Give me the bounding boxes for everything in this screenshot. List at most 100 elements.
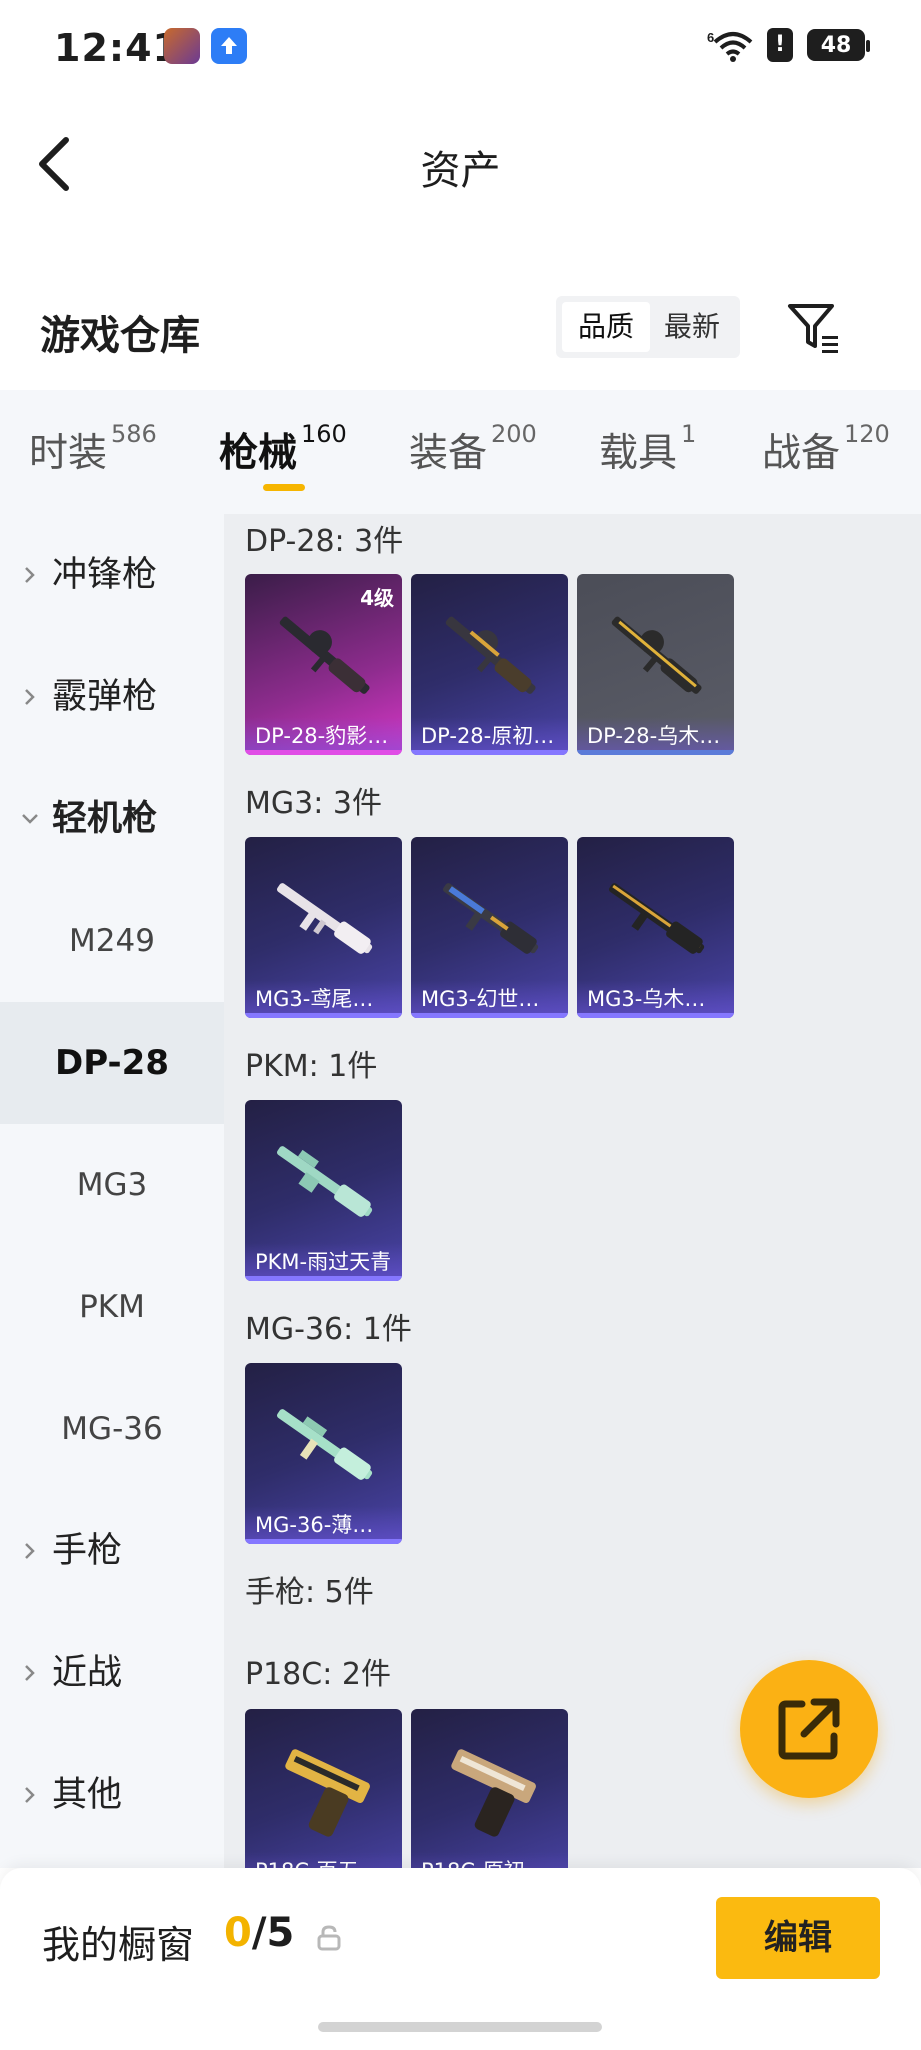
weapon-type-sidebar: 冲锋枪 霰弹枪 轻机枪 M249 DP-28 MG3 PKM MG-36 手枪 … bbox=[0, 514, 224, 1868]
tab-count: 586 bbox=[111, 420, 157, 448]
status-icons: 6 ! 48 bbox=[707, 28, 870, 62]
showcase-count-current: 0 bbox=[224, 1910, 252, 1956]
tab-count: 120 bbox=[844, 420, 890, 448]
weapon-card[interactable]: DP-28-原初… bbox=[411, 574, 568, 755]
lmg-skin-image bbox=[279, 616, 370, 694]
lock-icon bbox=[317, 1925, 341, 1951]
quality-strip bbox=[245, 1276, 402, 1281]
sidebar-item-pistol[interactable]: 手枪 bbox=[0, 1490, 224, 1612]
group-title: MG3: 3件 bbox=[245, 786, 382, 821]
sidebar-item-shotgun[interactable]: 霰弹枪 bbox=[0, 636, 224, 758]
tab-count: 1 bbox=[681, 420, 697, 448]
sidebar-item-label: 冲锋枪 bbox=[52, 555, 158, 595]
lmg-skin-image bbox=[277, 1409, 373, 1480]
sidebar-subitem-pkm[interactable]: PKM bbox=[0, 1246, 224, 1368]
showcase-count: 0/5 bbox=[224, 1910, 294, 1956]
weapon-card[interactable]: 4级 DP-28-豹影… bbox=[245, 574, 402, 755]
tab-label: 枪械 bbox=[219, 431, 298, 476]
upload-app-icon bbox=[211, 28, 247, 64]
tab-label: 装备 bbox=[409, 431, 488, 476]
tab-fashion[interactable]: 时装 586 bbox=[29, 420, 157, 478]
lmg-skin-image bbox=[445, 616, 536, 694]
sidebar-item-melee[interactable]: 近战 bbox=[0, 1612, 224, 1734]
sidebar-item-label: 近战 bbox=[52, 1653, 123, 1693]
game-app-icon bbox=[164, 28, 200, 64]
status-time: 12:41 bbox=[54, 26, 180, 70]
sidebar-item-label: 手枪 bbox=[52, 1531, 123, 1571]
lmg-skin-image bbox=[609, 883, 705, 954]
tab-label: 时装 bbox=[29, 431, 108, 476]
page-title: 资产 bbox=[420, 148, 501, 194]
tab-count: 160 bbox=[301, 420, 347, 448]
quality-strip bbox=[245, 1013, 402, 1018]
chevron-right-icon bbox=[25, 1787, 35, 1803]
group-title: MG-36: 1件 bbox=[245, 1312, 412, 1347]
weapon-name: P18C-原初… bbox=[411, 1852, 568, 1868]
weapon-name: P18C-百五… bbox=[245, 1852, 402, 1868]
filter-icon bbox=[788, 304, 838, 353]
quality-strip bbox=[411, 750, 568, 755]
edit-button[interactable]: 编辑 bbox=[716, 1897, 880, 1979]
weapon-card[interactable]: P18C-原初… bbox=[411, 1709, 568, 1868]
share-external-icon bbox=[778, 1698, 840, 1760]
chevron-down-icon bbox=[22, 814, 38, 824]
level-badge: 4级 bbox=[360, 586, 394, 610]
sidebar-item-label: 轻机枪 bbox=[52, 799, 158, 839]
showcase-label: 我的橱窗 bbox=[42, 1923, 195, 1967]
share-fab-button[interactable] bbox=[740, 1660, 878, 1798]
lmg-skin-image bbox=[443, 883, 539, 954]
sidebar-item-label: 霰弹枪 bbox=[52, 677, 158, 717]
sort-toggle: 品质 最新 bbox=[556, 296, 740, 358]
quality-strip bbox=[577, 1013, 734, 1018]
quality-strip bbox=[577, 750, 734, 755]
section-title: 游戏仓库 bbox=[40, 313, 200, 359]
chevron-right-icon bbox=[25, 1543, 35, 1559]
sort-newest-button[interactable]: 最新 bbox=[648, 302, 736, 352]
sidebar-subitem-mg36[interactable]: MG-36 bbox=[0, 1368, 224, 1490]
weapon-card[interactable]: MG3-乌木金纹 bbox=[577, 837, 734, 1018]
quality-strip bbox=[411, 1013, 568, 1018]
showcase-count-total: /5 bbox=[251, 1910, 295, 1956]
tab-label: 载具 bbox=[599, 431, 678, 476]
home-indicator bbox=[318, 2022, 602, 2032]
group-title: PKM: 1件 bbox=[245, 1049, 378, 1084]
tab-guns[interactable]: 枪械 160 bbox=[219, 420, 347, 478]
sidebar-item-lmg[interactable]: 轻机枪 bbox=[0, 758, 224, 880]
pistol-skin-image bbox=[451, 1749, 536, 1837]
weapon-card[interactable]: DP-28-乌木… bbox=[577, 574, 734, 755]
tab-supplies[interactable]: 战备 120 bbox=[762, 420, 890, 478]
quality-strip bbox=[245, 1539, 402, 1544]
weapon-card[interactable]: MG3-鸢尾珑雾 bbox=[245, 837, 402, 1018]
chevron-right-icon bbox=[25, 1665, 35, 1681]
tab-count: 200 bbox=[491, 420, 537, 448]
battery-icon: 48 bbox=[807, 29, 870, 61]
chevron-right-icon bbox=[25, 567, 35, 583]
sidebar-item-other[interactable]: 其他 bbox=[0, 1734, 224, 1856]
weapon-card[interactable]: P18C-百五… bbox=[245, 1709, 402, 1868]
alert-icon: ! bbox=[767, 28, 793, 62]
quality-strip bbox=[245, 750, 402, 755]
wifi-icon: 6 bbox=[707, 30, 753, 62]
tab-vehicles[interactable]: 载具 1 bbox=[599, 420, 697, 478]
sidebar-subitem-m249[interactable]: M249 bbox=[0, 880, 224, 1002]
tab-label: 战备 bbox=[762, 431, 841, 476]
weapon-card[interactable]: PKM-雨过天青 bbox=[245, 1100, 402, 1281]
sidebar-item-smg[interactable]: 冲锋枪 bbox=[0, 514, 224, 636]
group-title: 手枪: 5件 bbox=[245, 1575, 374, 1610]
chevron-right-icon bbox=[25, 689, 35, 705]
group-title: DP-28: 3件 bbox=[245, 524, 404, 559]
svg-text:6: 6 bbox=[707, 30, 714, 45]
lmg-skin-image bbox=[277, 883, 373, 954]
weapon-card[interactable]: MG3-幻世战… bbox=[411, 837, 568, 1018]
active-tab-indicator bbox=[263, 484, 305, 491]
filter-button[interactable] bbox=[786, 302, 842, 354]
sidebar-subitem-mg3[interactable]: MG3 bbox=[0, 1124, 224, 1246]
lmg-skin-image bbox=[277, 1146, 373, 1217]
pistol-skin-image bbox=[285, 1749, 370, 1837]
sidebar-subitem-dp28[interactable]: DP-28 bbox=[0, 1002, 224, 1124]
sort-quality-button[interactable]: 品质 bbox=[562, 302, 650, 352]
lmg-skin-image bbox=[611, 616, 702, 694]
weapon-card[interactable]: MG-36-薄荷… bbox=[245, 1363, 402, 1544]
group-title: P18C: 2件 bbox=[245, 1657, 391, 1692]
tab-equipment[interactable]: 装备 200 bbox=[409, 420, 537, 478]
